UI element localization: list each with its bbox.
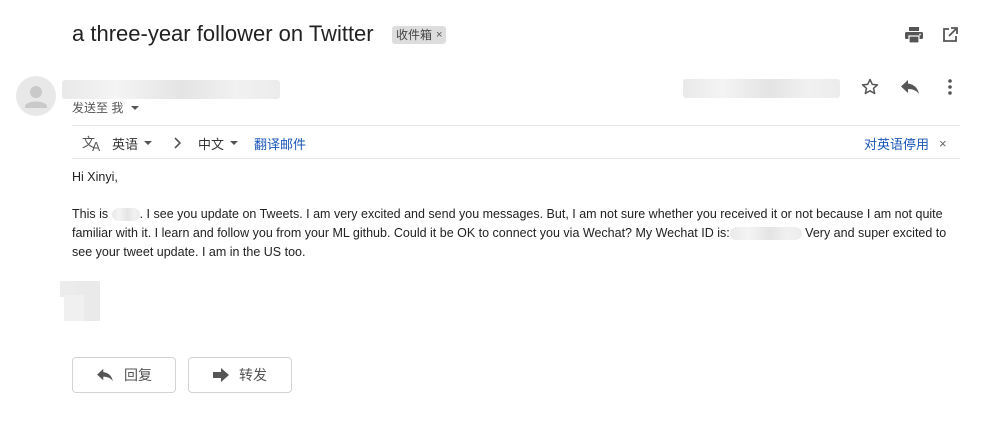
- close-translate-bar-icon[interactable]: ×: [939, 136, 947, 151]
- inbox-label-chip[interactable]: 收件箱 ×: [392, 26, 447, 44]
- forward-button[interactable]: 转发: [188, 357, 292, 393]
- svg-text:A: A: [92, 140, 101, 152]
- chevron-down-icon: [131, 105, 140, 110]
- recipient-details-toggle[interactable]: 发送至 我: [72, 99, 140, 116]
- email-body-paragraph: This is . I see you update on Tweets. I …: [72, 205, 952, 262]
- forward-icon: [213, 368, 229, 382]
- translate-bar-divider-top: [72, 125, 960, 126]
- chevron-right-icon: [174, 137, 182, 149]
- inbox-label-text: 收件箱: [396, 28, 433, 42]
- translate-bar-divider-bottom: [72, 158, 960, 159]
- translate-icon: 文A: [82, 134, 102, 152]
- avatar[interactable]: [16, 76, 56, 116]
- remove-label-icon[interactable]: ×: [436, 26, 442, 44]
- translate-bar: 文A 英语 中文 翻译邮件: [72, 131, 306, 155]
- timestamp-redacted: [683, 79, 840, 98]
- star-icon[interactable]: [858, 75, 882, 99]
- signature-image: [60, 281, 100, 321]
- disable-translation-link[interactable]: 对英语停用: [864, 134, 929, 153]
- body-text-start: This is: [72, 207, 109, 221]
- reply-button-label: 回复: [124, 367, 152, 383]
- chevron-down-icon: [144, 141, 153, 145]
- reply-icon: [96, 368, 114, 382]
- reply-button[interactable]: 回复: [72, 357, 176, 393]
- print-icon[interactable]: [902, 23, 926, 47]
- disable-translation-group: 对英语停用 ×: [864, 134, 947, 153]
- forward-button-label: 转发: [239, 367, 267, 383]
- source-language-select[interactable]: 英语: [112, 134, 153, 153]
- source-language-label: 英语: [112, 136, 139, 152]
- redacted-name: [111, 208, 140, 222]
- target-language-select[interactable]: 中文: [198, 134, 239, 153]
- redacted-wechat-id: [729, 227, 802, 241]
- chevron-down-icon: [230, 141, 239, 145]
- translate-message-link[interactable]: 翻译邮件: [254, 134, 306, 153]
- target-language-label: 中文: [198, 136, 225, 152]
- reply-icon[interactable]: [898, 75, 922, 99]
- sender-name-redacted: [62, 80, 280, 99]
- email-greeting: Hi Xinyi,: [72, 170, 118, 184]
- open-in-new-icon[interactable]: [938, 23, 962, 47]
- more-vert-icon[interactable]: [938, 75, 962, 99]
- email-subject: a three-year follower on Twitter: [72, 21, 374, 46]
- sent-to-label: 发送至 我: [72, 101, 124, 115]
